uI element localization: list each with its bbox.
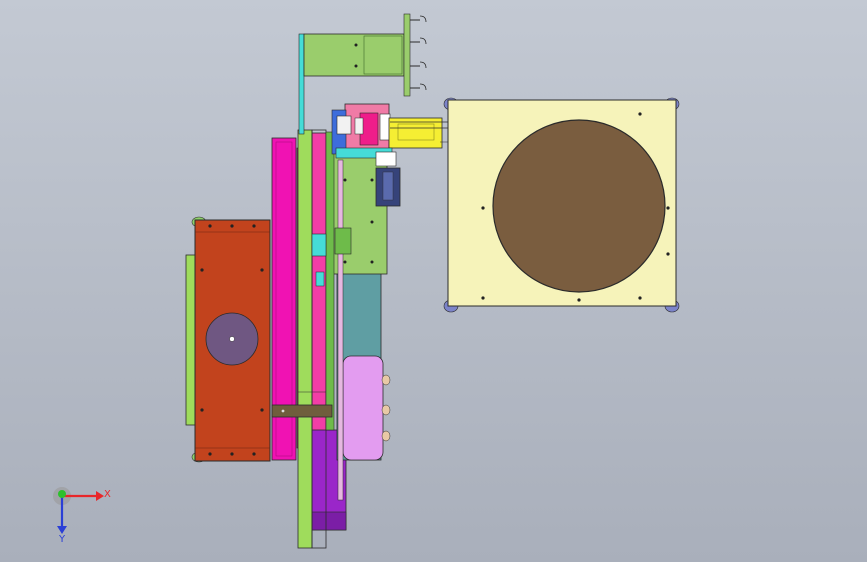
lavender-cylinder	[342, 355, 391, 461]
x-axis-label: X	[104, 489, 111, 500]
cad-viewport[interactable]: X Y	[0, 0, 867, 562]
olive-clamp	[271, 404, 333, 418]
top-rod	[298, 33, 305, 135]
upper-green-bracket	[303, 13, 427, 97]
rotary-table	[443, 97, 680, 313]
z-axis-dot	[58, 490, 66, 498]
guide-rod	[337, 159, 344, 501]
rust-base-block	[185, 216, 271, 463]
y-axis-label: Y	[58, 534, 66, 545]
coordinate-triad: X Y	[53, 487, 111, 545]
assembly-drawing: X Y	[53, 13, 680, 549]
cyan-block	[311, 233, 327, 257]
brown-disc	[492, 119, 666, 293]
